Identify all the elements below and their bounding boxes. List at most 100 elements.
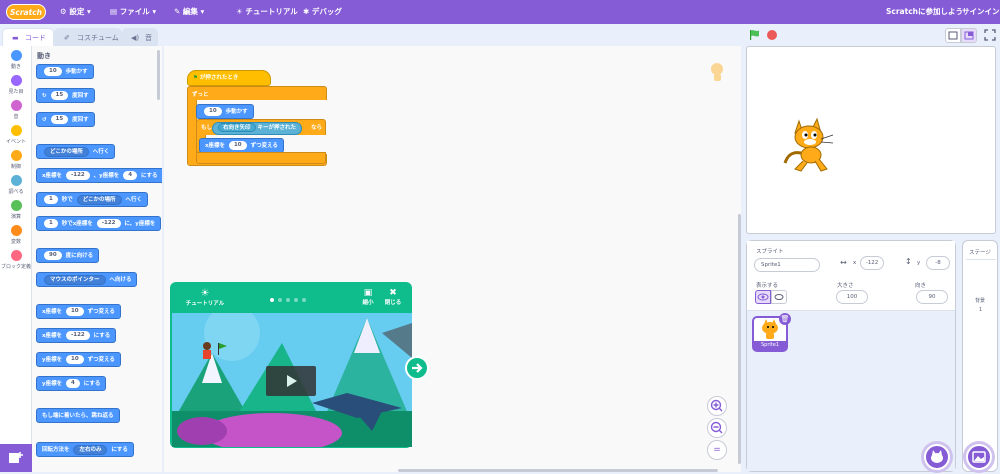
block-change-x-script[interactable]: x座標を 10 ずつ変える (199, 138, 284, 153)
cat-sprite[interactable] (781, 115, 837, 175)
block-input[interactable]: 1 (44, 195, 58, 204)
block-dropdown[interactable]: どこかの場所 (44, 146, 89, 157)
block-input[interactable]: -122 (65, 171, 90, 180)
choose-backdrop-button[interactable] (966, 444, 992, 470)
y-label: y (917, 260, 921, 266)
direction-field[interactable]: 90 (916, 290, 948, 304)
block-input[interactable]: 15 (50, 115, 69, 124)
block-goto-xy[interactable]: x座標を -122 、y座標を 4 にする (36, 168, 162, 183)
delete-sprite-button[interactable]: 🗑 (779, 313, 791, 325)
page-dot[interactable] (270, 298, 274, 302)
category-item[interactable]: 動き (0, 50, 32, 70)
block-bounce[interactable]: もし端に着いたら、跳ね返る (36, 408, 120, 423)
category-item[interactable]: 演算 (0, 200, 32, 220)
size-field[interactable]: 100 (836, 290, 868, 304)
tutorial-menu[interactable]: ☀ チュートリアル (236, 0, 298, 24)
stage-canvas[interactable] (746, 46, 996, 234)
page-dot[interactable] (278, 298, 282, 302)
show-button[interactable] (755, 290, 771, 304)
page-dot[interactable] (294, 298, 298, 302)
extension-button[interactable] (0, 444, 32, 472)
settings-menu[interactable]: ⚙ 設定 ▾ (60, 0, 91, 24)
block-change-x[interactable]: x座標を 10 ずつ変える (36, 304, 121, 319)
eye-icon (757, 293, 769, 301)
choose-sprite-button[interactable] (924, 444, 950, 470)
category-item[interactable]: 見た目 (0, 75, 32, 95)
hide-button[interactable] (771, 290, 787, 304)
play-button[interactable] (266, 366, 316, 396)
file-menu[interactable]: ▤ ファイル ▾ (110, 0, 156, 24)
block-input[interactable]: 4 (123, 171, 138, 180)
category-item[interactable]: 変数 (0, 225, 32, 245)
block-input[interactable]: 10 (65, 307, 84, 316)
if-bottom (196, 152, 326, 164)
block-set-y[interactable]: y座標を 4 にする (36, 376, 107, 391)
block-glide-xy[interactable]: 1 秒でx座標を -122 に、y座標を (36, 216, 162, 231)
stage-pane[interactable]: ステージ 背景 1 (962, 240, 998, 472)
block-point-direction[interactable]: 90 度に向ける (36, 248, 100, 263)
block-turn-right[interactable]: ↻ 15 度回す (36, 88, 95, 103)
block-dropdown[interactable]: 左右のみ (73, 444, 108, 455)
edit-menu[interactable]: ✎ 編集 ▾ (174, 0, 204, 24)
shrink-button[interactable]: ▣ 縮小 (360, 288, 376, 306)
tutorial-next-button[interactable] (405, 356, 429, 380)
workspace-vscrollbar[interactable] (738, 214, 741, 464)
block-input[interactable]: 10 (228, 141, 247, 150)
tab-sound[interactable]: ◀) 音 (122, 28, 158, 46)
green-flag-button[interactable] (749, 29, 761, 43)
join-link[interactable]: Scratchに参加しよう (886, 0, 963, 24)
block-input[interactable]: -122 (65, 331, 90, 340)
block-turn-left[interactable]: ↺ 15 度回す (36, 112, 95, 127)
large-stage-button[interactable] (961, 28, 977, 43)
page-dot[interactable] (302, 298, 306, 302)
block-move-steps[interactable]: 10 歩動かす (36, 64, 94, 79)
block-goto[interactable]: どこかの場所 へ行く (36, 144, 116, 159)
close-button[interactable]: ✖ 閉じる (382, 288, 404, 306)
tutorial-button[interactable]: ☀ チュートリアル (180, 288, 230, 307)
scratch-logo[interactable]: Scratch (6, 4, 46, 20)
fullscreen-button[interactable] (983, 28, 997, 42)
block-dropdown[interactable]: マウスのポインター (44, 274, 106, 285)
block-move-steps-script[interactable]: 10 歩動かす (196, 104, 254, 119)
backdrop-thumbnail[interactable] (969, 265, 993, 285)
block-dropdown[interactable]: 右向き矢印 (218, 123, 256, 132)
block-input[interactable]: 1 (44, 219, 58, 228)
block-dropdown[interactable]: どこかの場所 (76, 194, 122, 205)
zoom-in-button[interactable] (707, 396, 727, 416)
palette-scrollbar[interactable] (157, 50, 160, 100)
category-item[interactable]: 音 (0, 100, 32, 120)
block-input[interactable]: 10 (66, 355, 84, 364)
tab-code[interactable]: ▬ コード (2, 28, 54, 46)
block-glide[interactable]: 1 秒で どこかの場所 へ行く (36, 192, 148, 207)
category-item[interactable]: 調べる (0, 175, 32, 195)
debug-menu[interactable]: ✱ デバッグ (303, 0, 342, 24)
block-rotation-style[interactable]: 回転方法を 左右のみ にする (36, 442, 134, 457)
stop-button[interactable] (767, 30, 777, 40)
signin-link[interactable]: サインイン (962, 0, 1000, 24)
block-text: x座標を (42, 173, 63, 179)
zoom-reset-button[interactable]: = (707, 440, 727, 460)
block-input[interactable]: 15 (50, 91, 69, 100)
block-point-towards[interactable]: マウスのポインター へ向ける (36, 272, 138, 287)
block-change-y[interactable]: y座標を 10 ずつ変える (36, 352, 121, 367)
tutorial-label: チュートリアル (185, 301, 225, 307)
page-dot[interactable] (286, 298, 290, 302)
block-input[interactable]: 10 (44, 67, 62, 76)
block-when-flag-clicked[interactable]: ⚑ が押されたとき (187, 70, 271, 86)
block-input[interactable]: 4 (66, 379, 80, 388)
block-key-pressed[interactable]: 右向き矢印 キーが押された (212, 122, 302, 135)
block-input[interactable]: 10 (204, 107, 222, 116)
tab-costume[interactable]: ✐ コスチューム (54, 28, 122, 46)
block-input[interactable]: 90 (44, 251, 62, 260)
category-item[interactable]: イベント (0, 125, 32, 145)
speaker-icon: ◀) (131, 34, 140, 42)
y-field[interactable]: -8 (926, 256, 950, 270)
block-set-x[interactable]: x座標を -122 にする (36, 328, 117, 343)
category-item[interactable]: ブロック定義 (0, 250, 32, 270)
category-item[interactable]: 制御 (0, 150, 32, 170)
zoom-out-button[interactable] (707, 418, 727, 438)
x-field[interactable]: -122 (860, 256, 884, 270)
sprite-name-field[interactable]: Sprite1 (754, 258, 820, 272)
block-input[interactable]: -122 (96, 219, 121, 228)
small-stage-button[interactable] (945, 28, 961, 43)
